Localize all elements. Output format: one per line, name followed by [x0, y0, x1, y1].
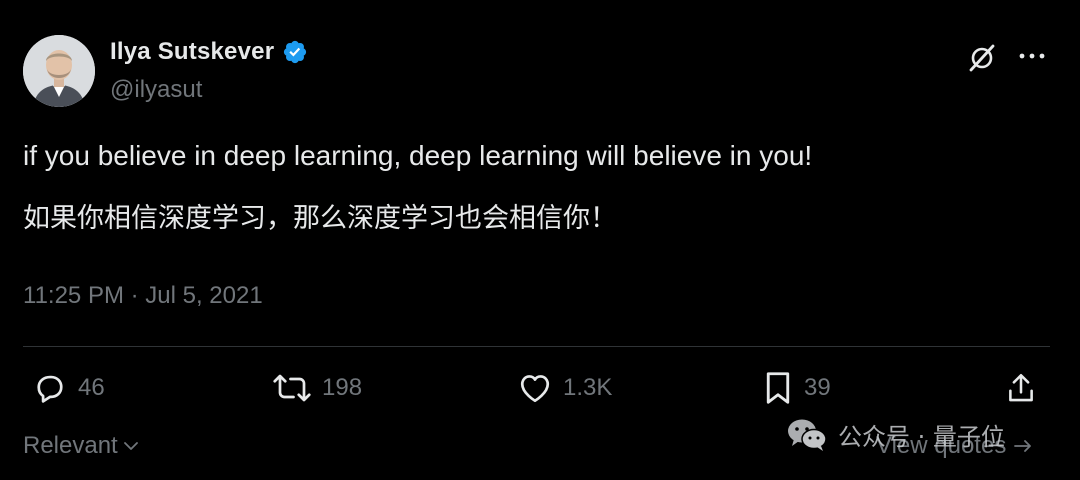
tweet-text-english: if you believe in deep learning, deep le…: [23, 140, 813, 171]
wechat-watermark: 公众号 · 量子位: [786, 416, 1005, 452]
reply-count: 46: [78, 374, 105, 401]
watermark-text: 公众号 · 量子位: [838, 422, 1005, 451]
chevron-down-icon: [123, 442, 138, 450]
tweet-text-chinese: 如果你相信深度学习，那么深度学习也会相信你！: [23, 203, 617, 234]
sort-replies-dropdown[interactable]: Relevant: [23, 432, 140, 460]
retweet-icon: [273, 374, 311, 402]
bookmark-icon: [766, 372, 790, 404]
sort-label: Relevant: [23, 432, 118, 459]
tweet-card: Ilya Sutskever @ilyasut if you believe i…: [0, 0, 1080, 480]
heart-icon: [520, 375, 550, 403]
avatar-image: [23, 35, 95, 107]
more-icon[interactable]: [1018, 48, 1046, 64]
retweet-button[interactable]: 198: [272, 370, 362, 406]
arrow-right-icon: [1014, 440, 1032, 452]
wechat-logo-icon: [788, 419, 827, 451]
author-handle[interactable]: @ilyasut: [110, 76, 202, 104]
bookmark-count: 39: [804, 374, 831, 401]
share-button[interactable]: [1004, 370, 1038, 406]
reply-button[interactable]: 46: [32, 370, 105, 406]
avatar[interactable]: [23, 35, 95, 107]
like-count: 1.3K: [563, 374, 613, 401]
reply-icon: [37, 375, 63, 403]
verified-badge-icon: [284, 40, 307, 64]
author-name-row: Ilya Sutskever: [110, 38, 308, 66]
author-display-name[interactable]: Ilya Sutskever: [110, 38, 274, 66]
share-icon: [1009, 373, 1033, 402]
x-slash-icon[interactable]: [966, 42, 998, 74]
retweet-count: 198: [322, 374, 363, 401]
divider: [23, 346, 1050, 347]
tweet-timestamp[interactable]: 11:25 PM · Jul 5, 2021: [23, 282, 263, 310]
bookmark-button[interactable]: 39: [762, 370, 831, 406]
like-button[interactable]: 1.3K: [517, 370, 612, 406]
